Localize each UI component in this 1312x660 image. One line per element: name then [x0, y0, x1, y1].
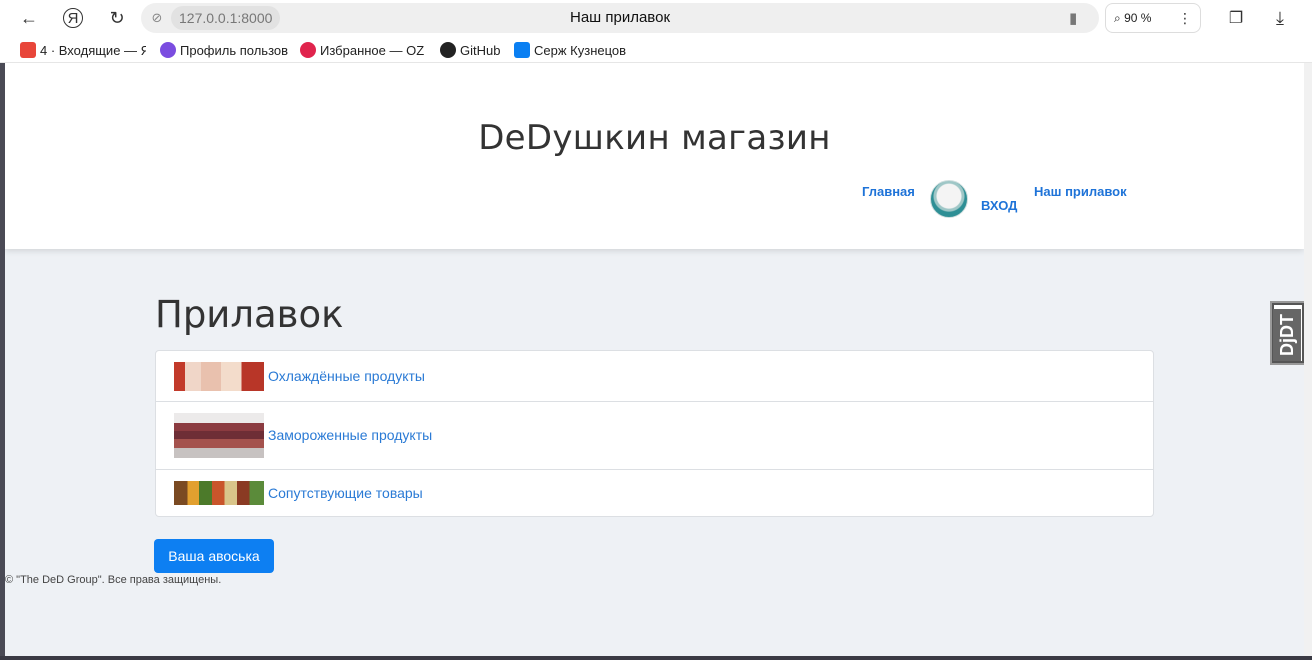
bookmark-inbox[interactable]: 4 · Входящие — Я — [20, 41, 146, 59]
site-header: DeDушкин магазин Главная ВХОД Наш прилав… — [5, 63, 1304, 249]
bookmark-label: Профиль пользов — [180, 42, 288, 58]
browser-toolbar: ← Я ↻ ⊘ 127.0.0.1:8000 Наш прилавок ▮ ⌕ … — [0, 0, 1312, 36]
avatar[interactable] — [930, 180, 968, 218]
bookmark-profile[interactable]: Профиль пользов — [160, 41, 288, 59]
footer-copyright: © "The DeD Group". Все права защищены. — [5, 574, 222, 586]
zoom-value: 90 % — [1124, 11, 1152, 25]
bookmark-label: Серж Кузнецов — [534, 42, 627, 58]
category-link-chilled[interactable]: Охлаждённые продукты — [268, 368, 425, 384]
category-link-frozen[interactable]: Замороженные продукты — [268, 427, 432, 443]
page-viewport: DeDушкин магазин Главная ВХОД Наш прилав… — [5, 63, 1304, 656]
debug-toolbar-handle[interactable]: DjDT — [1270, 301, 1304, 365]
window-bottom-edge — [0, 656, 1312, 660]
yandex-icon[interactable]: Я — [63, 8, 83, 28]
collections-icon[interactable]: ❐ — [1222, 4, 1250, 32]
github-icon — [440, 42, 456, 58]
browser-chrome: ← Я ↻ ⊘ 127.0.0.1:8000 Наш прилавок ▮ ⌕ … — [0, 0, 1312, 63]
list-item[interactable]: Охлаждённые продукты — [156, 351, 1153, 402]
list-item[interactable]: Замороженные продукты — [156, 402, 1153, 470]
zoom-level[interactable]: ⌕ 90 % — [1114, 4, 1151, 32]
bookmark-label: 4 · Входящие — Я — [40, 42, 146, 58]
bookmarks-bar: 4 · Входящие — Я Профиль пользов Избранн… — [0, 37, 1312, 63]
bookmark-ozon[interactable]: Избранное — OZO — [300, 41, 424, 59]
ozon-icon — [300, 42, 316, 58]
related-goods-image[interactable] — [174, 481, 264, 505]
bookmark-vk[interactable]: Серж Кузнецов — [514, 41, 634, 59]
site-title: DeDушкин магазин — [478, 118, 831, 158]
list-item[interactable]: Сопутствующие товары — [156, 470, 1153, 516]
bookmark-icon[interactable]: ▮ — [1069, 9, 1085, 27]
menu-icon[interactable]: ⋮ — [1178, 4, 1192, 32]
download-icon[interactable]: ⤓ — [1266, 4, 1294, 32]
nav-login-link[interactable]: ВХОД — [981, 198, 1017, 213]
profile-icon — [160, 42, 176, 58]
nav-home-link[interactable]: Главная — [862, 184, 915, 199]
scrollbar[interactable] — [1304, 63, 1312, 660]
address-bar[interactable]: ⊘ 127.0.0.1:8000 Наш прилавок ▮ — [141, 3, 1099, 33]
chilled-products-image[interactable] — [174, 362, 264, 391]
category-list: Охлаждённые продукты Замороженные продук… — [155, 350, 1154, 517]
frozen-products-image[interactable] — [174, 413, 264, 458]
category-link-goods[interactable]: Сопутствующие товары — [268, 485, 423, 501]
page-heading: Прилавок — [155, 293, 344, 336]
cart-button[interactable]: Ваша авоська — [154, 539, 274, 573]
bookmark-github[interactable]: GitHub — [440, 41, 506, 59]
page-title: Наш прилавок — [569, 9, 671, 26]
zoom-control[interactable]: ⌕ 90 % ⋮ — [1105, 3, 1201, 33]
zoom-icon: ⌕ — [1114, 11, 1121, 25]
back-icon[interactable]: ← — [15, 4, 43, 32]
bookmark-label: Избранное — OZO — [320, 42, 424, 58]
mail-icon — [20, 42, 36, 58]
vk-icon — [514, 42, 530, 58]
reload-icon[interactable]: ↻ — [103, 4, 131, 32]
debug-toolbar-label: DjDT — [1273, 309, 1301, 361]
nav-counter-link[interactable]: Наш прилавок — [1034, 184, 1127, 199]
bookmark-label: GitHub — [460, 42, 501, 58]
